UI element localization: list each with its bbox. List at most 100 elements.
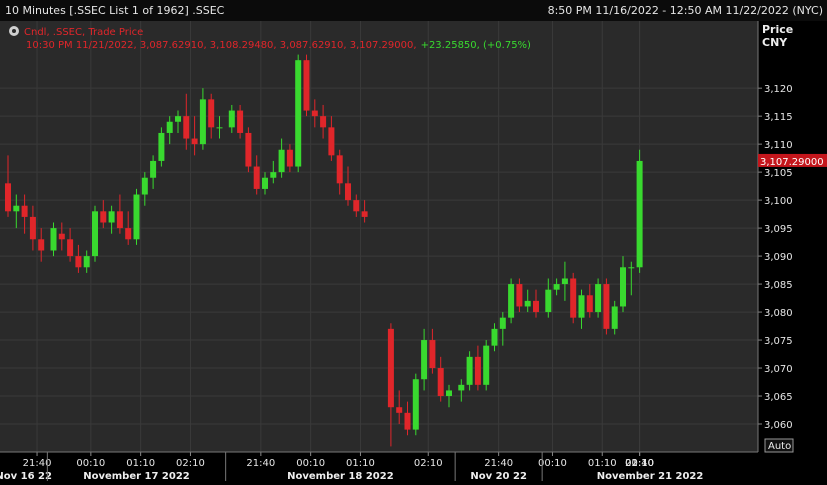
candle-body <box>483 345 490 385</box>
candle-body <box>58 233 65 240</box>
candle-body <box>404 412 411 430</box>
price-tick-label: 3,075 <box>764 336 793 347</box>
price-tick-label: 3,080 <box>764 308 793 319</box>
price-tick-label: 3,085 <box>764 280 793 291</box>
candle-body <box>67 239 74 257</box>
candle-body <box>345 183 351 201</box>
candle-body <box>5 183 11 212</box>
currency-label: CNY <box>762 36 788 49</box>
price-tick-label: 3,110 <box>764 140 793 151</box>
price-tick-label: 3,060 <box>764 420 793 431</box>
candle-body <box>125 228 132 240</box>
price-tick-label: 3,100 <box>764 196 793 207</box>
candle-body <box>474 356 481 385</box>
candle-body <box>199 99 206 145</box>
time-tick-label: 00:10 <box>76 458 105 469</box>
candle-body <box>466 356 473 385</box>
candle-body <box>628 267 635 269</box>
candle-body <box>620 267 626 307</box>
candle-body <box>183 116 190 139</box>
candle-body <box>570 278 577 318</box>
candle-body <box>175 116 181 122</box>
price-tick-label: 3,090 <box>764 252 793 263</box>
legend-change: +23.25850, (+0.75%) <box>421 40 531 51</box>
candle-body <box>166 121 173 133</box>
candle-body <box>412 379 419 430</box>
legend-ohlc: 10:30 PM 11/21/2022, 3,087.62910, 3,108.… <box>26 40 531 51</box>
candle-body <box>586 295 593 313</box>
price-tick-label: 3,065 <box>764 392 793 403</box>
price-tick-label: 3,105 <box>764 168 793 179</box>
candle-body <box>553 284 560 290</box>
candle-body <box>437 368 444 397</box>
session-label: November 18 2022 <box>287 471 394 481</box>
candle-body <box>245 132 252 167</box>
candle-body <box>270 172 277 178</box>
title-bar: 10 Minutes [.SSEC List 1 of 1962] .SSEC … <box>0 0 827 22</box>
candle-body <box>429 340 436 369</box>
candle-body <box>237 110 244 133</box>
candle-body <box>100 211 107 223</box>
candle-body <box>561 278 568 285</box>
candle-body <box>311 110 318 117</box>
candle-body <box>116 211 123 229</box>
session-label: November 21 2022 <box>597 471 704 481</box>
candle-body <box>92 211 98 257</box>
candle-body <box>253 166 260 189</box>
legend-ohlc-values: 10:30 PM 11/21/2022, 3,087.62910, 3,108.… <box>26 40 417 51</box>
auto-button-label: Auto <box>768 441 791 452</box>
candle-body <box>516 284 523 307</box>
price-axis-title: Price <box>762 23 793 36</box>
time-tick-label: 21:40 <box>484 458 513 469</box>
session-label: Nov 16 22 <box>0 471 52 481</box>
time-tick-label: 01:10 <box>588 458 617 469</box>
session-label: Nov 20 22 <box>470 471 527 481</box>
candle-body <box>578 295 585 318</box>
last-price-marker: 3,107.29000 <box>758 153 827 168</box>
candle-body <box>636 160 643 268</box>
session-label: November 17 2022 <box>83 471 190 481</box>
candle-body <box>13 205 20 212</box>
candlestick-chart[interactable]: 3,060 3,065 3,070 3,075 3,080 3,085 3,090 3,095… <box>0 21 827 482</box>
candle-body <box>545 289 552 313</box>
time-tick-label: 00:10 <box>296 458 325 469</box>
time-tick-label: 01:10 <box>346 458 375 469</box>
legend-series-label: Cndl, .SSEC, Trade Price <box>24 27 143 38</box>
candle-body <box>611 306 618 329</box>
candle-body <box>499 317 506 329</box>
candle-body <box>141 177 148 195</box>
chart-area[interactable]: 3,060 3,065 3,070 3,075 3,080 3,085 3,090 3,095… <box>0 21 827 482</box>
candle-body <box>158 132 165 161</box>
price-tick-label: 3,070 <box>764 364 793 375</box>
candle-body <box>336 155 343 184</box>
price-tick-label: 3,115 <box>764 112 793 123</box>
candle-body <box>191 138 198 145</box>
candle-body <box>50 228 57 251</box>
chart-window-title: 10 Minutes [.SSEC List 1 of 1962] .SSEC <box>5 4 225 17</box>
candle-body <box>387 328 394 408</box>
candle-body <box>458 384 465 391</box>
candle-body <box>286 149 293 167</box>
candle-body <box>421 340 428 380</box>
candle-body <box>75 256 82 268</box>
time-tick-label: 21:40 <box>246 458 275 469</box>
last-price-label: 3,107.29000 <box>760 157 824 168</box>
candle-body <box>208 99 215 128</box>
legend-menu-icon[interactable] <box>9 26 19 36</box>
time-tick-label: 02:10 <box>176 458 205 469</box>
candle-body <box>603 284 610 329</box>
candle-body <box>595 284 602 313</box>
candle-body <box>295 60 302 167</box>
candle-body <box>228 110 235 128</box>
candle-body <box>216 127 223 129</box>
price-tick-label: 3,120 <box>764 84 793 95</box>
auto-scale-button[interactable]: Auto <box>764 438 794 453</box>
candle-body <box>303 60 310 111</box>
date-range-label: 8:50 PM 11/16/2022 - 12:50 AM 11/22/2022… <box>547 4 823 17</box>
candle-body <box>508 284 515 318</box>
candle-body <box>278 149 285 173</box>
candle-body <box>29 216 36 240</box>
candle-body <box>262 177 268 189</box>
candle-body <box>328 127 335 156</box>
time-tick-label: 01:10 <box>126 458 155 469</box>
